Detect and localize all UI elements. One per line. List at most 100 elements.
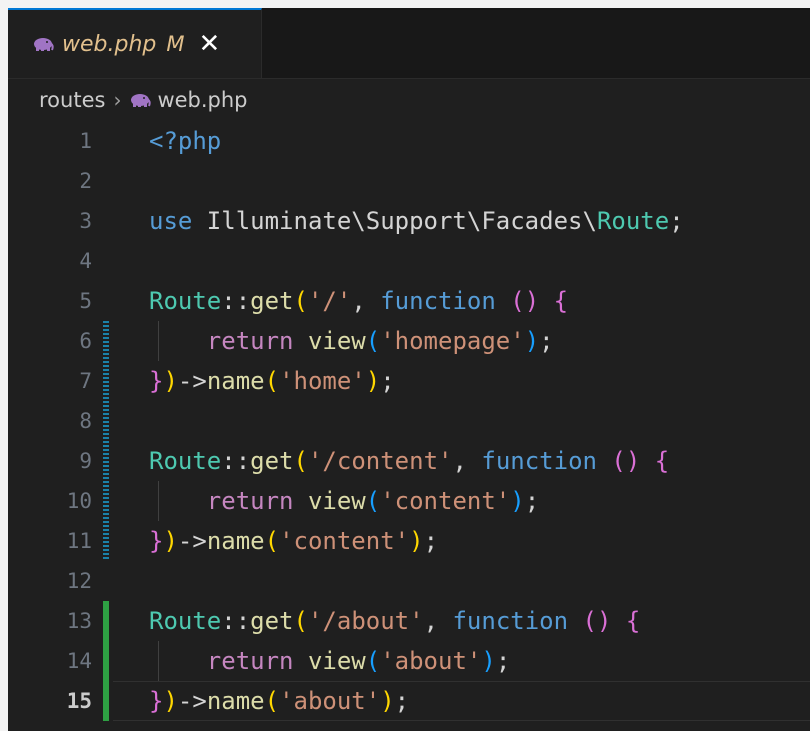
code-token: view — [307, 487, 366, 515]
code-token: name — [206, 527, 265, 555]
code-line[interactable]: 13 Route::get('/about', function () { — [8, 601, 810, 641]
tab-web-php[interactable]: web.php M ✕ — [8, 8, 262, 78]
code-text: Route::get('/', function () { — [149, 281, 568, 321]
line-number: 4 — [79, 249, 92, 273]
code-token: } — [149, 367, 164, 395]
line-number: 11 — [66, 529, 92, 553]
code-token: , — [423, 607, 453, 635]
code-token: () { — [582, 607, 641, 635]
code-token: ( — [264, 527, 280, 555]
git-added-marker[interactable] — [103, 601, 109, 641]
code-token: ( — [264, 687, 280, 715]
code-token: , — [452, 447, 482, 475]
code-token: ) — [481, 647, 496, 675]
code-line[interactable]: 15})->name('about'); — [8, 681, 810, 721]
code-token: name — [206, 367, 265, 395]
code-text: return view('homepage'); — [149, 321, 554, 361]
code-token: :: — [221, 607, 251, 635]
code-line[interactable]: 11 })->name('content'); — [8, 521, 810, 561]
code-token: Route — [149, 287, 222, 315]
code-line[interactable]: 4 — [8, 241, 810, 281]
breadcrumb-folder[interactable]: routes — [39, 88, 105, 112]
code-token: ; — [524, 487, 540, 515]
code-token: ) — [380, 687, 395, 715]
code-token: } — [149, 527, 164, 555]
breadcrumb: routes › web.php — [8, 79, 810, 121]
code-token: -> — [177, 367, 207, 395]
code-token: return — [206, 327, 308, 355]
line-number: 2 — [79, 169, 92, 193]
code-token: ( — [365, 327, 381, 355]
line-number: 6 — [79, 329, 92, 353]
code-token: get — [250, 607, 294, 635]
code-line[interactable]: 7 })->name('home'); — [8, 361, 810, 401]
code-token: Route — [596, 207, 670, 235]
code-line[interactable]: 12 — [8, 561, 810, 601]
code-line[interactable]: 1 <?php — [8, 121, 810, 161]
code-text: Route::get('/about', function () { — [149, 601, 640, 641]
line-number: 12 — [66, 569, 92, 593]
code-line[interactable]: 2 — [8, 161, 810, 201]
git-modified-marker[interactable] — [103, 441, 109, 481]
code-editor[interactable]: web.php M ✕ routes › web.php 1 <?php 2 3 use… — [8, 8, 810, 731]
code-token: -> — [177, 687, 207, 715]
code-token: function — [452, 607, 583, 635]
breadcrumb-file[interactable]: web.php — [157, 88, 247, 112]
code-token: ; — [423, 527, 439, 555]
git-modified-marker[interactable] — [103, 481, 109, 521]
line-number: 3 — [79, 209, 92, 233]
code-text: return view('about'); — [149, 641, 510, 681]
code-token: ) — [510, 487, 525, 515]
code-token: function — [380, 287, 511, 315]
line-number: 14 — [66, 649, 92, 673]
line-number: 13 — [66, 609, 92, 633]
code-line[interactable]: 10 return view('content'); — [8, 481, 810, 521]
code-token: ; — [394, 687, 410, 715]
code-text: })->name('about'); — [149, 681, 409, 721]
php-elephant-icon — [131, 94, 152, 107]
code-line[interactable]: 8 — [8, 401, 810, 441]
code-token: return — [206, 647, 308, 675]
code-token: ( — [365, 487, 381, 515]
code-line[interactable]: 9 Route::get('/content', function () { — [8, 441, 810, 481]
git-modified-marker[interactable] — [103, 361, 109, 401]
code-token: '/about' — [307, 607, 424, 635]
code-token: 'home' — [279, 367, 366, 395]
code-text: return view('content'); — [149, 481, 539, 521]
code-token: get — [250, 287, 294, 315]
code-line[interactable]: 5 Route::get('/', function () { — [8, 281, 810, 321]
line-number: 9 — [79, 449, 92, 473]
git-modified-marker[interactable] — [103, 321, 109, 361]
code-token: Route — [149, 607, 222, 635]
code-token: name — [206, 687, 265, 715]
code-token: ; — [669, 207, 684, 235]
code-token: ) — [409, 527, 424, 555]
git-modified-marker[interactable] — [103, 521, 109, 561]
code-token: ; — [539, 327, 554, 355]
php-elephant-icon — [34, 38, 54, 51]
code-token: ) — [365, 367, 381, 395]
code-token: ( — [293, 447, 308, 475]
code-line[interactable]: 6 return view('homepage'); — [8, 321, 810, 361]
line-number: 7 — [79, 369, 92, 393]
code-token: ) — [163, 367, 178, 395]
code-text: })->name('content'); — [149, 521, 438, 561]
code-token: '/content' — [307, 447, 453, 475]
code-area[interactable]: 1 <?php 2 3 use Illuminate\Support\Facades\R… — [8, 121, 810, 721]
close-icon[interactable]: ✕ — [198, 31, 220, 57]
code-token: ; — [495, 647, 511, 675]
line-number: 5 — [79, 289, 92, 313]
code-token: () { — [611, 447, 670, 475]
line-number: 15 — [66, 689, 92, 713]
code-line[interactable]: 3 use Illuminate\Support\Facades\Route; — [8, 201, 810, 241]
code-token: view — [307, 647, 366, 675]
git-added-marker[interactable] — [103, 681, 109, 721]
git-modified-marker[interactable] — [103, 401, 109, 441]
code-token: view — [307, 327, 366, 355]
code-text: })->name('home'); — [149, 361, 395, 401]
code-line[interactable]: 14 return view('about'); — [8, 641, 810, 681]
git-added-marker[interactable] — [103, 641, 109, 681]
code-token: 'homepage' — [380, 327, 525, 355]
